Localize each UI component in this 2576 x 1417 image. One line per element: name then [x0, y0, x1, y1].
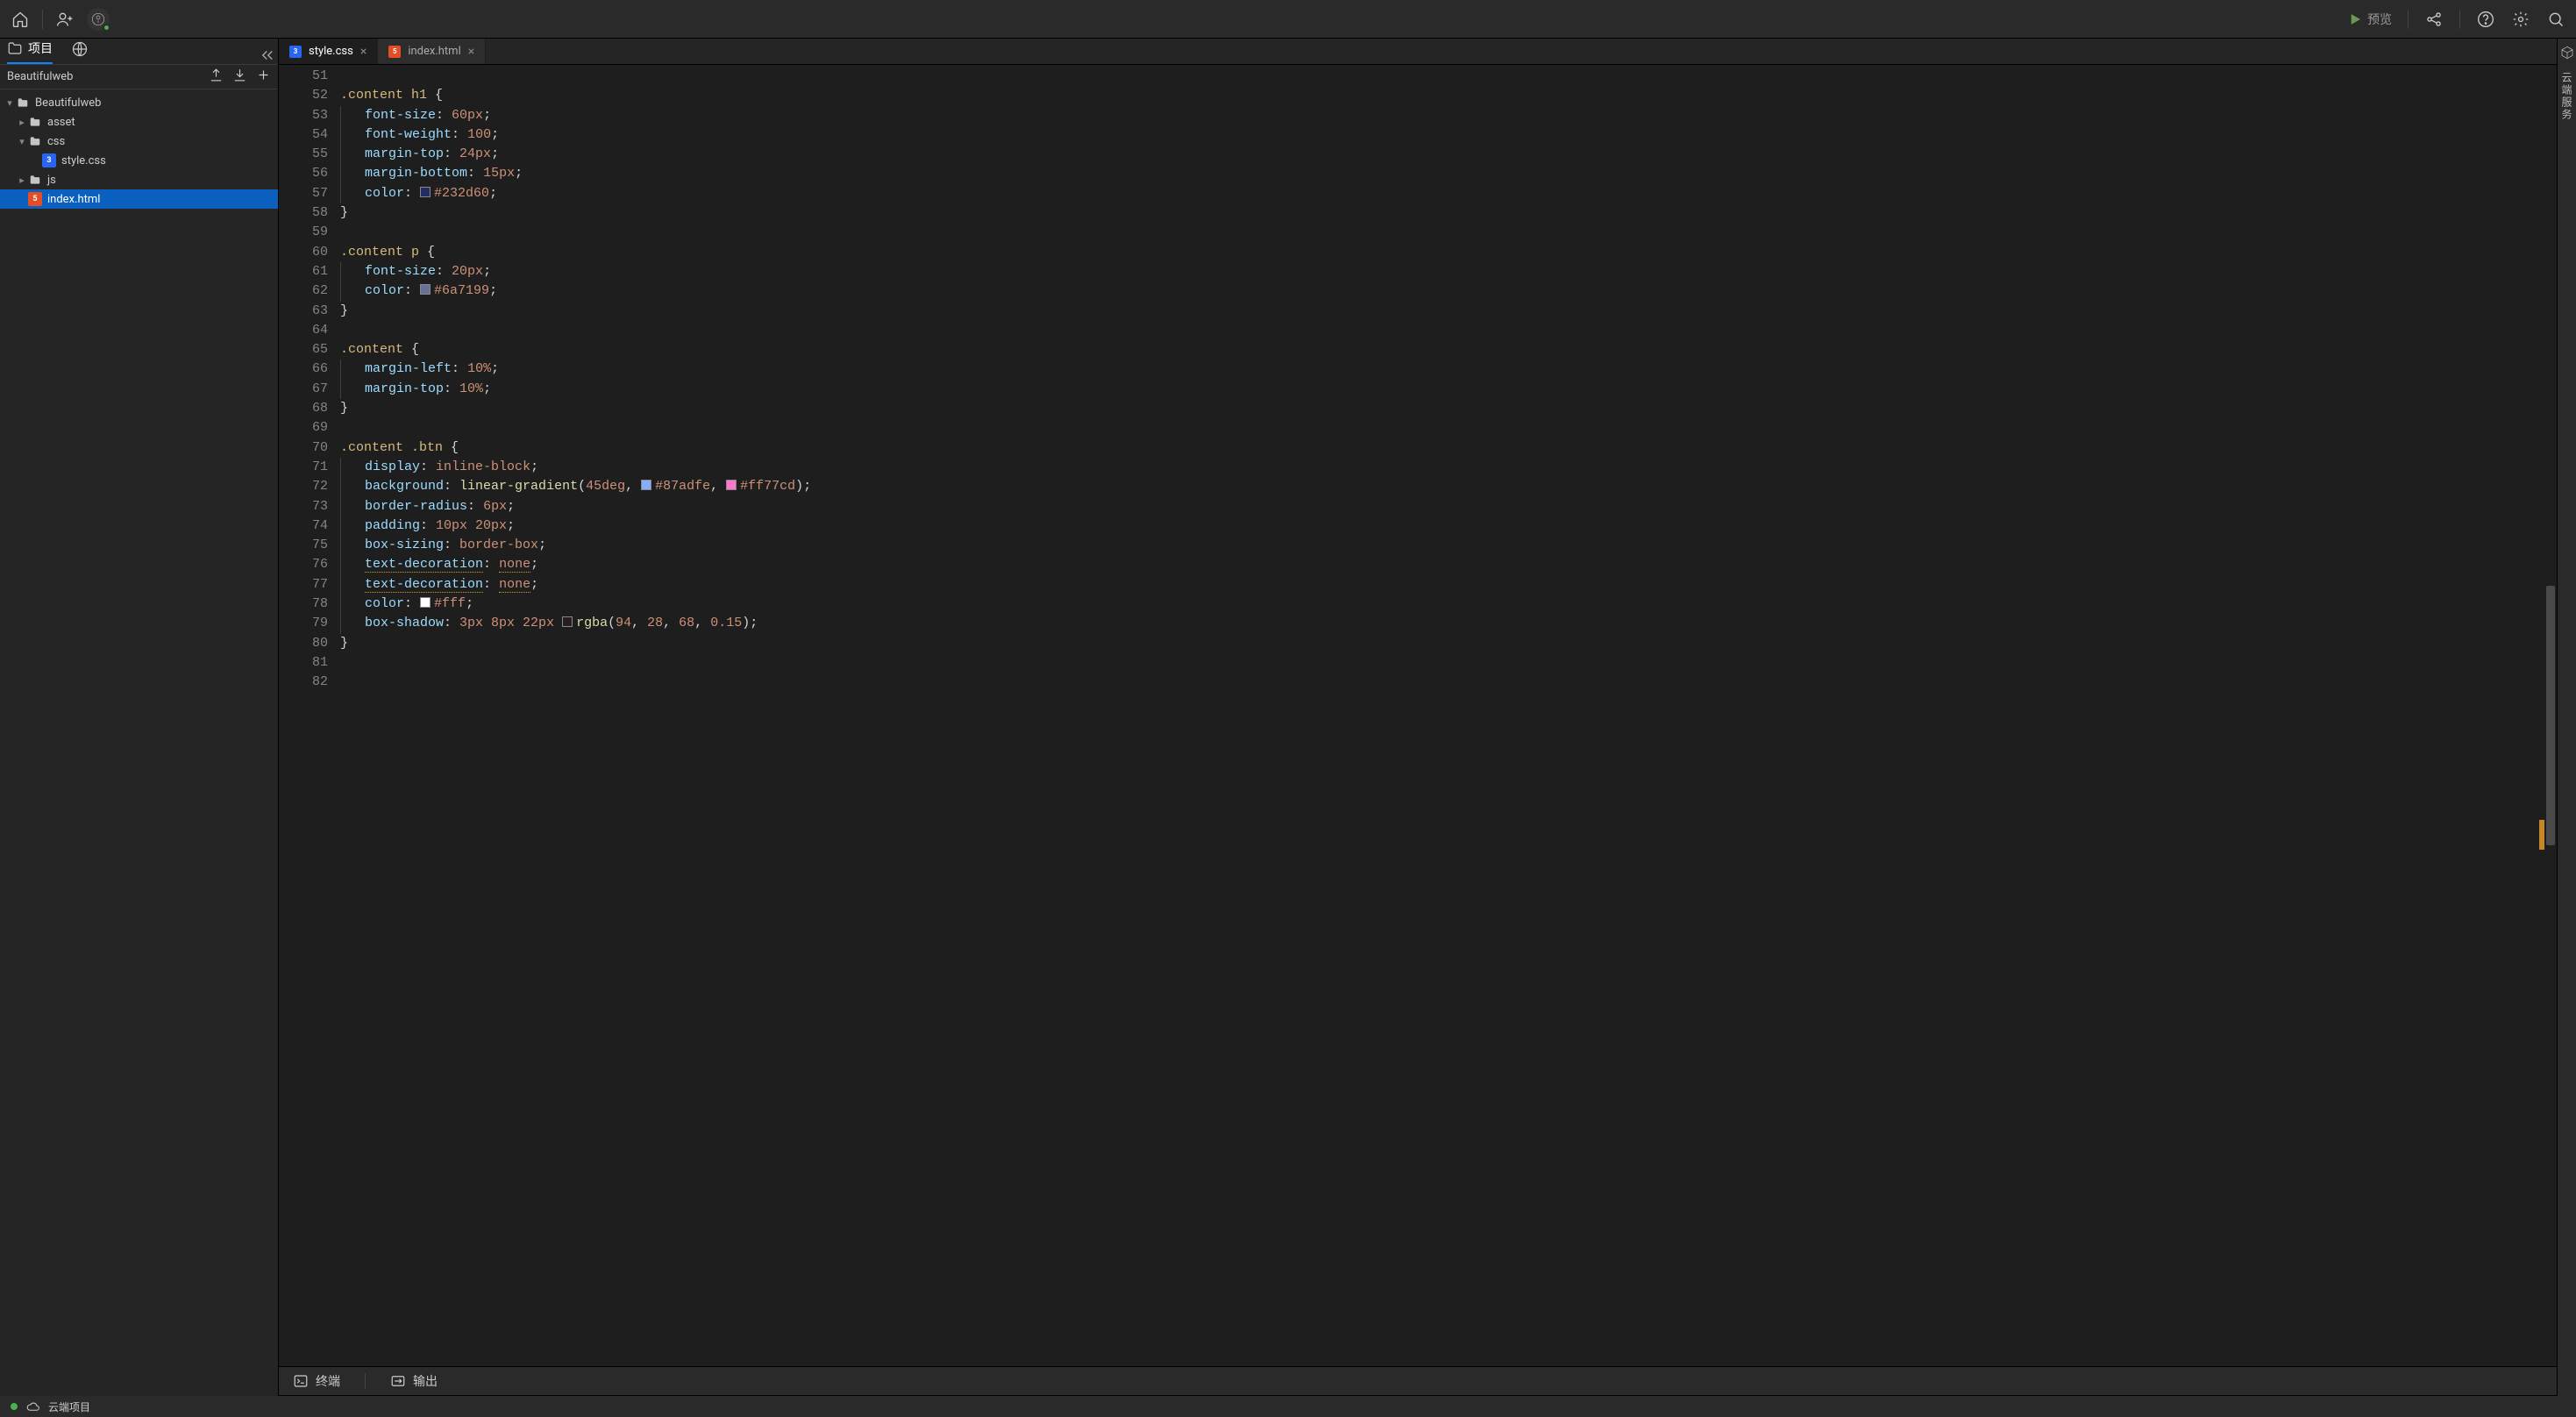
add-icon[interactable] — [256, 68, 271, 86]
tree-js-label: js — [47, 174, 56, 187]
tree-css[interactable]: ▾ css — [0, 132, 278, 151]
divider — [42, 10, 43, 29]
sidebar-tab-web[interactable] — [72, 41, 88, 64]
divider — [2459, 10, 2460, 29]
share-icon[interactable] — [2424, 10, 2444, 29]
line-gutter: 5152535455565758596061626364656667686970… — [279, 65, 340, 1366]
status-bar: 云端项目 — [0, 1396, 2576, 1417]
tree-asset[interactable]: ▸ asset — [0, 112, 278, 132]
right-rail-cloud-service[interactable]: 云端服务 — [2559, 72, 2574, 121]
sidebar-tab-project[interactable]: 项目 — [7, 39, 53, 64]
sidebar-header: Beautifulweb — [0, 65, 278, 89]
preview-button[interactable]: 预览 — [2348, 11, 2392, 28]
status-online-dot — [11, 1403, 18, 1410]
right-rail: 云端服务 — [2557, 39, 2576, 1396]
editor-body[interactable]: 5152535455565758596061626364656667686970… — [279, 65, 2557, 1366]
tree-indexhtml-label: index.html — [47, 193, 100, 206]
divider — [2408, 10, 2409, 29]
close-icon[interactable]: × — [360, 45, 366, 59]
add-user-icon[interactable] — [55, 10, 75, 29]
title-bar: 预览 — [0, 0, 2576, 39]
download-icon[interactable] — [232, 68, 247, 86]
code-content[interactable]: .content h1 { font-size: 60px; font-weig… — [340, 65, 2544, 1366]
project-name: Beautifulweb — [7, 70, 209, 83]
preview-label: 预览 — [2367, 11, 2392, 28]
panel-output-label: 输出 — [413, 1372, 438, 1390]
tree-js[interactable]: ▸ js — [0, 170, 278, 189]
sidebar-tabs: 项目 — [0, 39, 278, 65]
sidebar-tab-project-label: 项目 — [28, 39, 53, 57]
help-icon[interactable] — [2476, 10, 2495, 29]
search-icon[interactable] — [2546, 10, 2565, 29]
vertical-scrollbar[interactable] — [2544, 65, 2557, 1366]
collapse-sidebar-icon[interactable] — [260, 47, 275, 67]
panel-output[interactable]: 输出 — [390, 1372, 438, 1390]
settings-icon[interactable] — [2511, 10, 2530, 29]
status-online-dot — [103, 24, 110, 32]
divider — [365, 1373, 366, 1389]
home-icon[interactable] — [11, 10, 30, 29]
close-icon[interactable]: × — [468, 45, 474, 59]
cube-icon[interactable] — [2560, 46, 2574, 63]
css-file-icon: 3 — [289, 46, 302, 58]
tree-asset-label: asset — [47, 116, 75, 129]
editor-area: 3 style.css × 5 index.html × 51525354555… — [279, 39, 2576, 1396]
sidebar: 项目 Beautifulweb ▾ Beautifulweb ▸ — [0, 39, 279, 1396]
status-cloud-project: 云端项目 — [48, 1399, 90, 1414]
panel-terminal-label: 终端 — [316, 1372, 340, 1390]
tree-stylecss-label: style.css — [61, 154, 106, 167]
avatar[interactable] — [87, 8, 110, 31]
tree-root-label: Beautifulweb — [35, 96, 101, 110]
tree-root[interactable]: ▾ Beautifulweb — [0, 93, 278, 112]
upload-icon[interactable] — [209, 68, 224, 86]
cloud-icon — [26, 1400, 39, 1413]
tab-indexhtml-label: index.html — [408, 45, 460, 58]
editor-tabbar: 3 style.css × 5 index.html × — [279, 39, 2557, 65]
panel-bar: 终端 输出 — [279, 1366, 2557, 1396]
tab-stylecss[interactable]: 3 style.css × — [279, 39, 378, 64]
tree-indexhtml[interactable]: 5 index.html — [0, 189, 278, 209]
panel-terminal[interactable]: 终端 — [293, 1372, 340, 1390]
tree-stylecss[interactable]: 3 style.css — [0, 151, 278, 170]
scroll-thumb[interactable] — [2546, 586, 2555, 846]
tree-css-label: css — [47, 135, 65, 148]
tab-indexhtml[interactable]: 5 index.html × — [378, 39, 486, 64]
html-file-icon: 5 — [388, 46, 401, 58]
tab-stylecss-label: style.css — [309, 45, 353, 58]
file-tree: ▾ Beautifulweb ▸ asset ▾ css 3 style.css… — [0, 89, 278, 1396]
